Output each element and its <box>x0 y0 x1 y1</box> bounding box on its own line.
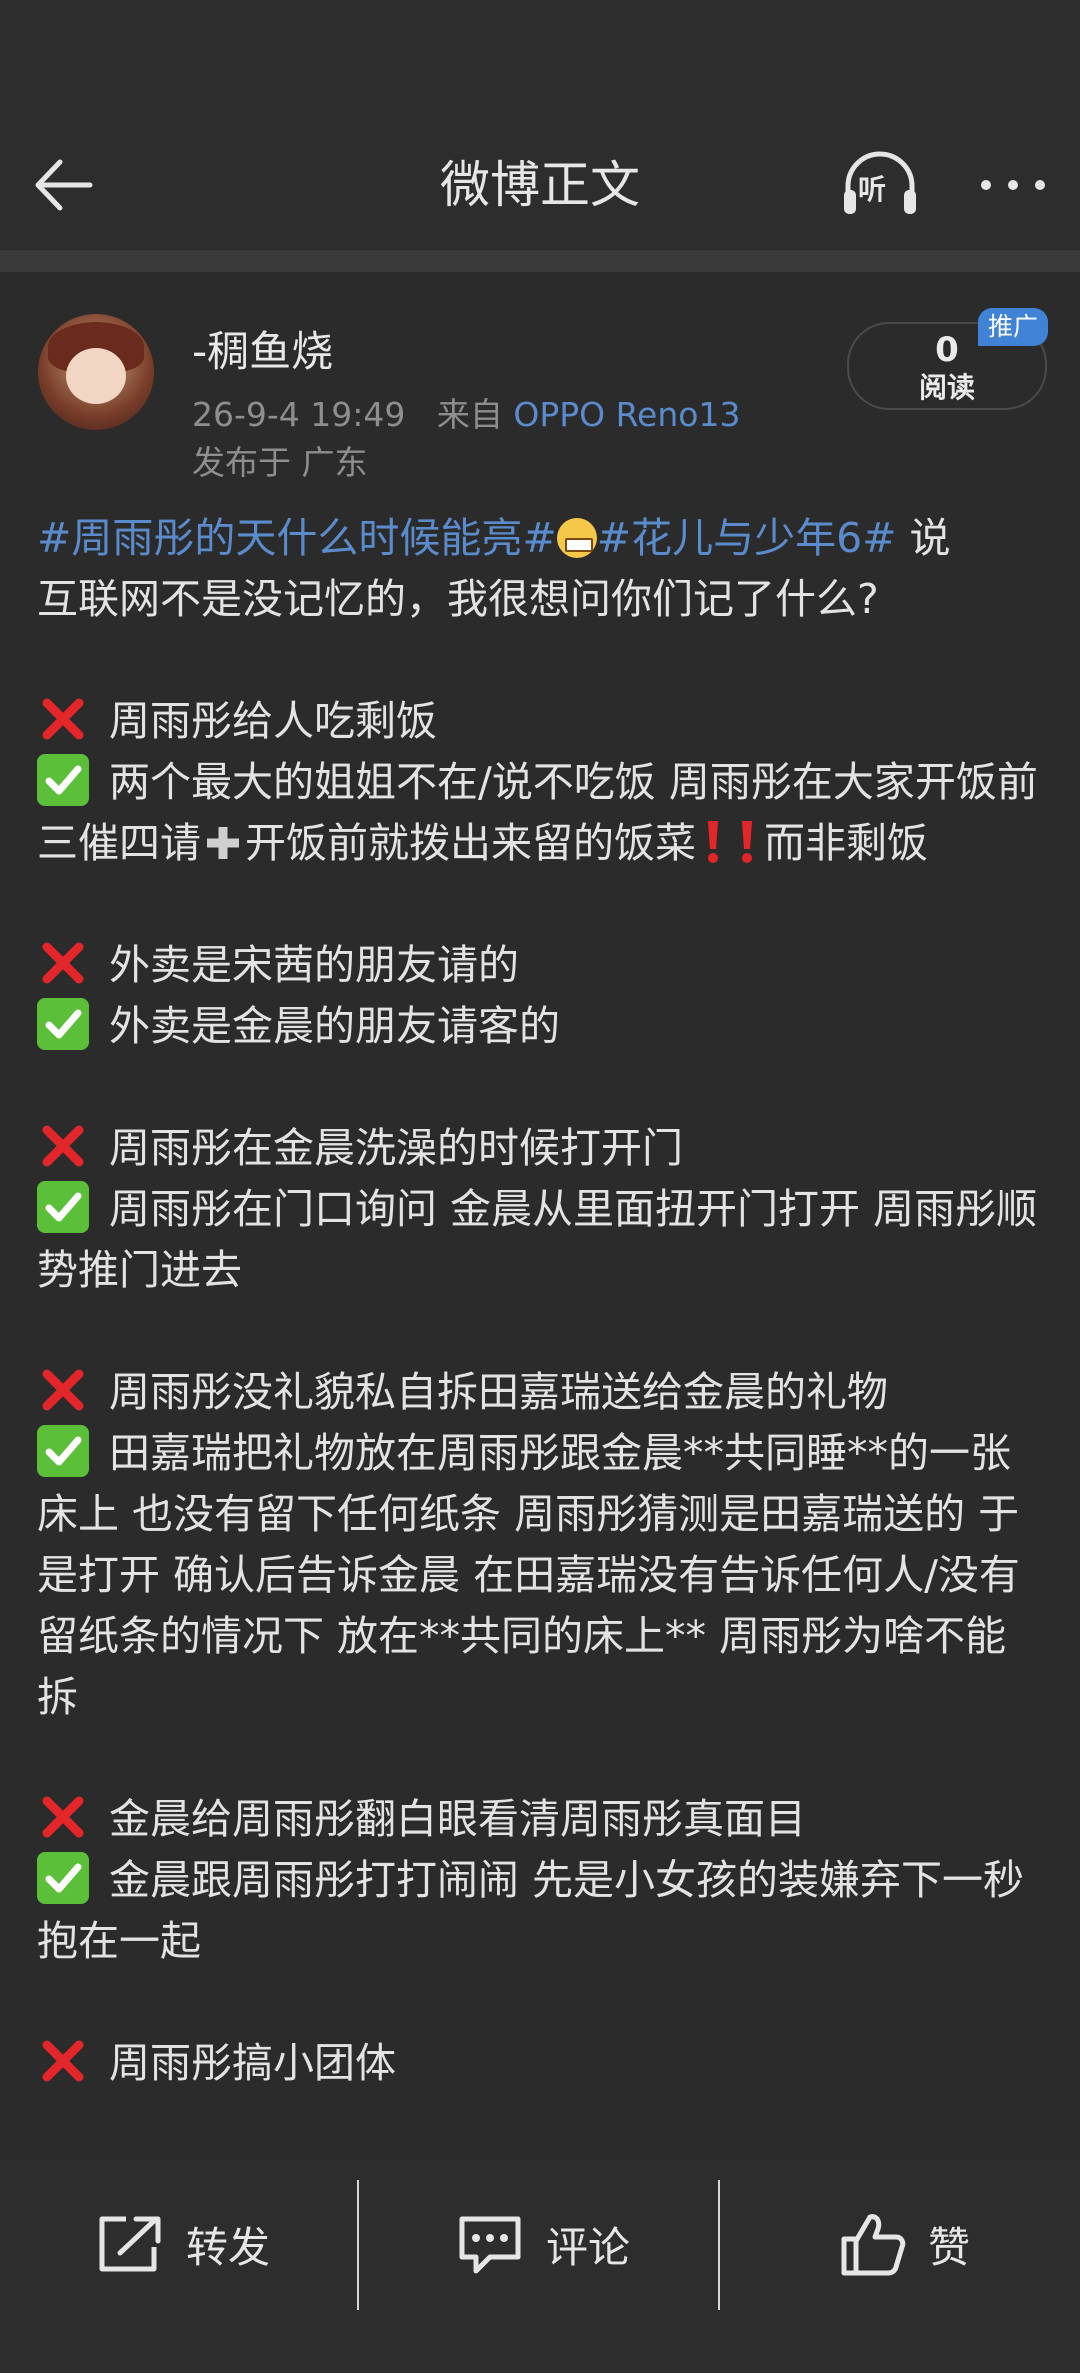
claim-wrong-3: 周雨彤在金晨洗澡的时候打开门 <box>37 1118 1047 1179</box>
intro-text-a: 说 <box>896 514 951 562</box>
cross-mark-icon <box>42 2040 84 2082</box>
intro-paragraph: #周雨彤的天什么时候能亮# #花儿与少年6# 说 互联网不是没记忆的，我很想问你们… <box>37 508 1047 630</box>
comment-button[interactable]: 评论 <box>456 2204 630 2284</box>
grin-emoji-icon <box>556 518 597 558</box>
post-meta: 26-9-4 19:49 来自 OPPO Reno13 <box>192 388 740 436</box>
author-avatar[interactable] <box>38 314 154 430</box>
plus-icon <box>207 827 239 859</box>
claim-right-3: 周雨彤在门口询问 金晨从里面扭开门打开 周雨彤顺势推门进去 <box>37 1179 1047 1301</box>
listen-label: 听 <box>858 173 887 206</box>
like-label: 赞 <box>928 2222 971 2272</box>
repost-label: 转发 <box>186 2222 271 2272</box>
promo-badge[interactable]: 推广 <box>978 308 1049 346</box>
more-dots-icon[interactable] <box>978 170 1048 200</box>
comment-icon <box>459 2216 521 2274</box>
like-button[interactable]: 赞 <box>840 2204 970 2284</box>
claim-wrong-1: 周雨彤给人吃剩饭 <box>37 691 1047 752</box>
intro-text-b: 互联网不是没记忆的，我很想问你们记了什么? <box>37 575 879 623</box>
comment-label: 评论 <box>546 2222 631 2272</box>
claim-right-2: 外卖是金晨的朋友请客的 <box>37 996 1047 1057</box>
claim-wrong-5: 金晨给周雨彤翻白眼看清周雨彤真面目 <box>37 1789 1047 1850</box>
repost-button[interactable]: 转发 <box>96 2204 270 2284</box>
cross-mark-icon <box>42 1796 84 1838</box>
share-icon <box>99 2216 161 2272</box>
device-link[interactable]: OPPO Reno13 <box>513 395 740 434</box>
cross-mark-icon <box>42 1125 84 1167</box>
header-divider <box>0 250 1080 272</box>
check-mark-icon <box>37 754 89 806</box>
action-separator <box>718 2180 720 2310</box>
check-mark-icon <box>37 1425 89 1477</box>
claim-wrong-4: 周雨彤没礼貌私自拆田嘉瑞送给金晨的礼物 <box>37 1362 1047 1423</box>
post-location: 发布于 广东 <box>192 443 368 482</box>
thumbs-up-icon <box>841 2214 906 2276</box>
topic-link-2[interactable]: #花儿与少年6# <box>597 514 897 562</box>
read-label: 阅读 <box>918 371 975 404</box>
post-time: 26-9-4 19:49 <box>192 395 406 434</box>
check-mark-icon <box>37 1852 89 1904</box>
post-content: #周雨彤的天什么时候能亮# #花儿与少年6# 说 互联网不是没记忆的，我很想问你们… <box>37 508 1047 2094</box>
claim-right-4: 田嘉瑞把礼物放在周雨彤跟金晨**共同睡**的一张床上 也没有留下任何纸条 周雨彤… <box>37 1423 1047 1728</box>
claim-right-1: 两个最大的姐姐不在/说不吃饭 周雨彤在大家开饭前三催四请 开饭前就拨出来留的饭菜而… <box>37 752 1047 874</box>
check-mark-icon <box>37 998 89 1050</box>
check-mark-icon <box>37 1181 89 1233</box>
claim-wrong-2: 外卖是宋茜的朋友请的 <box>37 935 1047 996</box>
action-separator <box>357 2180 359 2310</box>
author-name[interactable]: -稠鱼烧 <box>192 318 333 379</box>
claim-right-5: 金晨跟周雨彤打打闹闹 先是小女孩的装嫌弃下一秒抱在一起 <box>37 1850 1047 1972</box>
claim-wrong-6: 周雨彤搞小团体 <box>37 2033 1047 2094</box>
exclamation-icon <box>742 821 752 863</box>
cross-mark-icon <box>42 942 84 984</box>
exclamation-icon <box>708 821 718 863</box>
source-prefix: 来自 <box>436 395 503 434</box>
topic-link-1[interactable]: #周雨彤的天什么时候能亮# <box>37 514 557 562</box>
cross-mark-icon <box>42 698 84 740</box>
cross-mark-icon <box>42 1369 84 1411</box>
